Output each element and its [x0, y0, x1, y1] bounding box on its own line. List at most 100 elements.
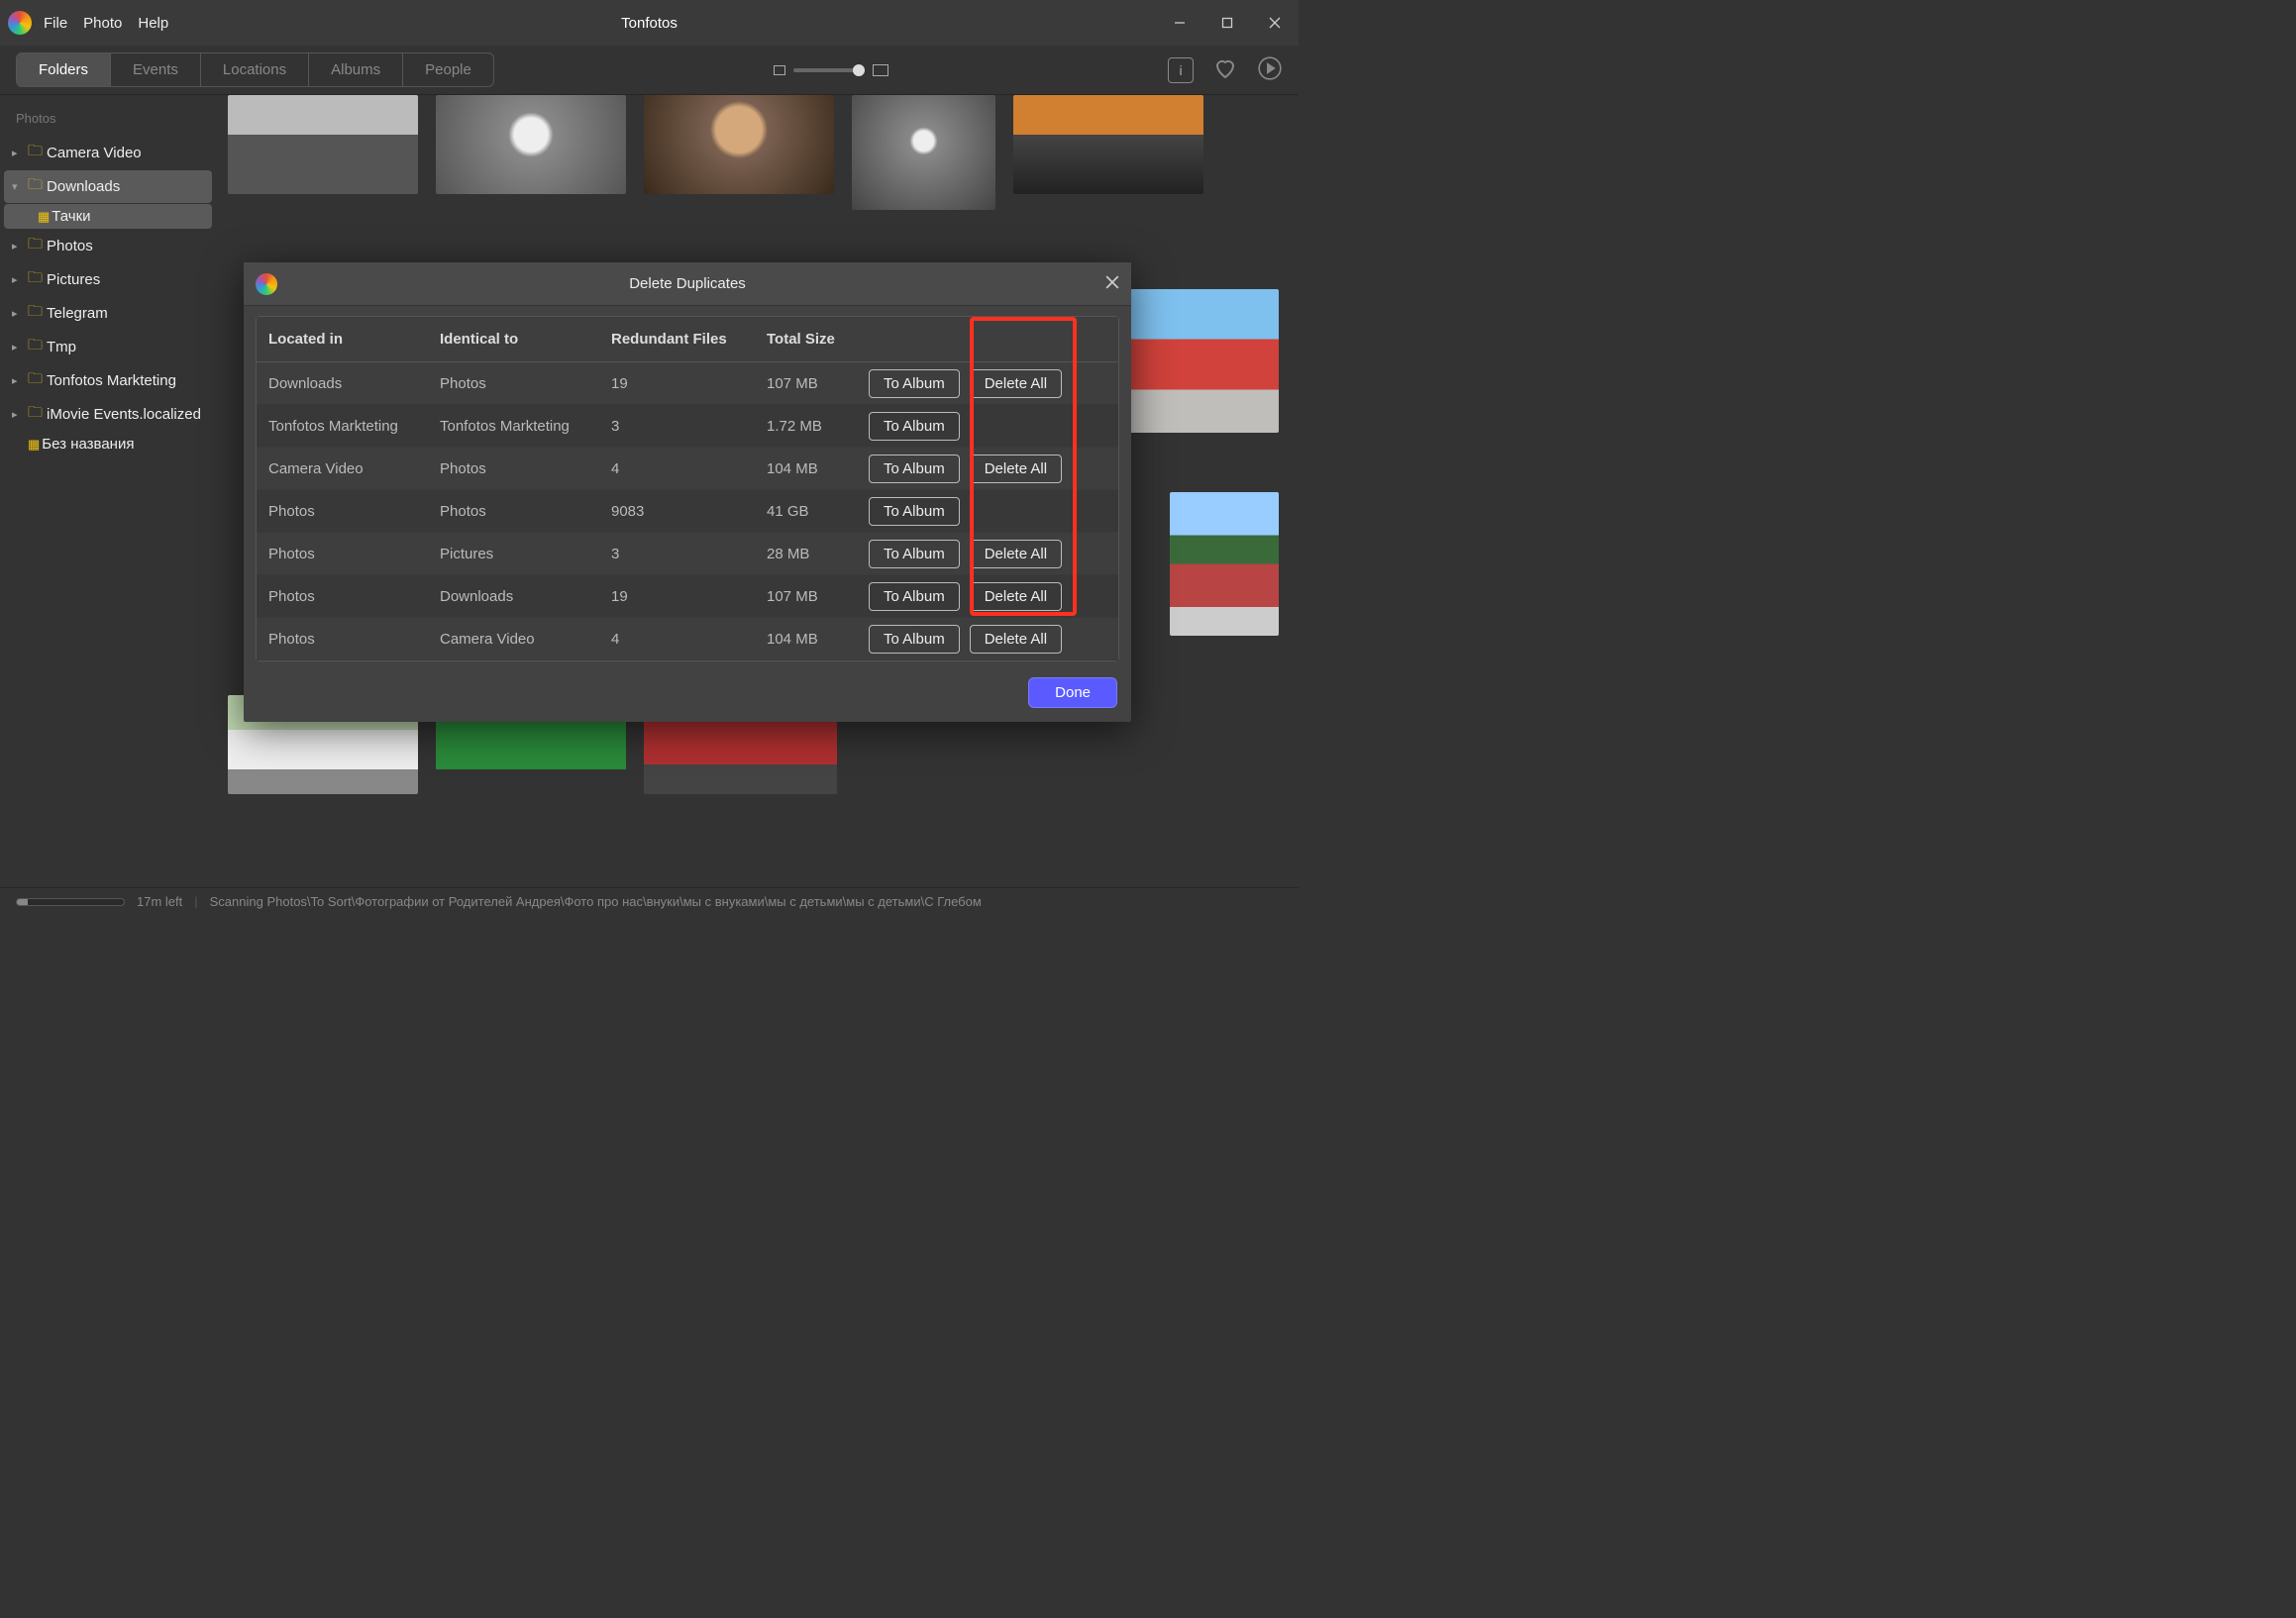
info-button[interactable]: i: [1168, 57, 1194, 83]
cell-redundant-files: 3: [599, 418, 755, 435]
table-row: DownloadsPhotos19107 MBTo AlbumDelete Al…: [257, 362, 1118, 405]
sidebar-heading: Photos: [0, 107, 216, 136]
photo-thumbnail[interactable]: [852, 95, 995, 210]
table-row: Tonfotos MarktetingTonfotos Markteting31…: [257, 405, 1118, 448]
menu-file[interactable]: File: [44, 15, 67, 32]
folder-icon: 🗀: [28, 335, 43, 359]
minimize-button[interactable]: [1156, 0, 1203, 46]
sidebar-item-pictures[interactable]: ▸ 🗀Pictures: [4, 263, 212, 296]
sidebar-item-tmp[interactable]: ▸🗀Tmp: [4, 331, 212, 363]
cell-located-in: Photos: [257, 503, 428, 520]
dialog-footer: Done: [244, 667, 1131, 722]
to-album-button[interactable]: To Album: [869, 412, 960, 441]
window-controls: [1156, 0, 1299, 46]
tab-locations[interactable]: Locations: [201, 53, 309, 86]
tab-folders[interactable]: Folders: [17, 53, 111, 86]
cell-total-size: 107 MB: [755, 588, 857, 605]
sidebar-item-label: Telegram: [47, 305, 108, 322]
tree-arrow-icon[interactable]: ▸: [12, 273, 24, 286]
tree-arrow-icon[interactable]: ▸: [12, 307, 24, 320]
tree-arrow-icon[interactable]: ▸: [12, 408, 24, 421]
folder-icon: 🗀: [28, 402, 43, 427]
cell-located-in: Photos: [257, 588, 428, 605]
tree-arrow-icon[interactable]: ▾: [12, 180, 24, 193]
dialog-logo-icon: [256, 273, 277, 295]
cell-identical-to: Photos: [428, 503, 599, 520]
sidebar-item-label: Pictures: [47, 271, 100, 288]
sidebar-item-tonfotos-markteting[interactable]: ▸🗀Tonfotos Markteting: [4, 364, 212, 397]
cell-total-size: 28 MB: [755, 546, 857, 562]
sidebar-item-без-названия[interactable]: ▦Без названия: [4, 432, 212, 456]
cell-located-in: Downloads: [257, 375, 428, 392]
to-album-button[interactable]: To Album: [869, 497, 960, 526]
tab-events[interactable]: Events: [111, 53, 201, 86]
cell-total-size: 41 GB: [755, 503, 857, 520]
sidebar-item-downloads[interactable]: ▾🗀Downloads: [4, 170, 212, 203]
cell-total-size: 104 MB: [755, 460, 857, 477]
menu-help[interactable]: Help: [138, 15, 168, 32]
delete-all-button[interactable]: Delete All: [970, 582, 1062, 611]
delete-all-button[interactable]: Delete All: [970, 455, 1062, 483]
close-button[interactable]: [1251, 0, 1299, 46]
dialog-close-button[interactable]: [1105, 273, 1119, 294]
table-row: Camera VideoPhotos4104 MBTo AlbumDelete …: [257, 448, 1118, 490]
scan-progress-fill: [17, 899, 28, 905]
delete-all-button[interactable]: Delete All: [970, 625, 1062, 654]
photo-thumbnail[interactable]: [228, 95, 418, 194]
photo-thumbnail[interactable]: [1170, 492, 1279, 636]
tab-people[interactable]: People: [403, 53, 493, 86]
sidebar-item-photos[interactable]: ▸🗀Photos: [4, 230, 212, 262]
sidebar-item-label: Tonfotos Markteting: [47, 372, 176, 389]
to-album-button[interactable]: To Album: [869, 582, 960, 611]
tree-arrow-icon[interactable]: ▸: [12, 341, 24, 354]
maximize-button[interactable]: [1203, 0, 1251, 46]
menu-photo[interactable]: Photo: [83, 15, 122, 32]
thumb-large-icon[interactable]: [873, 64, 888, 76]
dialog-titlebar: Delete Duplicates: [244, 262, 1131, 306]
zoom-slider[interactable]: [793, 68, 865, 72]
sidebar-item-label: iMovie Events.localized: [47, 406, 201, 423]
sidebar-item-imovie-events.localized[interactable]: ▸ 🗀iMovie Events.localized: [4, 398, 212, 431]
zoom-slider-thumb[interactable]: [853, 64, 865, 76]
photo-thumbnail[interactable]: [644, 95, 834, 194]
tree-arrow-icon[interactable]: ▸: [12, 147, 24, 159]
thumb-small-icon[interactable]: [774, 65, 785, 75]
sidebar-item-label: Тачки: [52, 208, 90, 225]
to-album-button[interactable]: To Album: [869, 455, 960, 483]
folder-icon: 🗀: [28, 267, 43, 292]
to-album-button[interactable]: To Album: [869, 625, 960, 654]
sidebar-item-label: Без названия: [42, 436, 134, 453]
sidebar-item-telegram[interactable]: ▸🗀Telegram: [4, 297, 212, 330]
view-tabs: Folders Events Locations Albums People: [16, 52, 494, 87]
delete-duplicates-dialog: Delete Duplicates Located in Identical t…: [244, 262, 1131, 722]
app-logo-icon: [8, 11, 32, 35]
tab-albums[interactable]: Albums: [309, 53, 403, 86]
done-button[interactable]: Done: [1028, 677, 1117, 708]
album-icon: ▦: [28, 437, 38, 453]
to-album-button[interactable]: To Album: [869, 369, 960, 398]
slideshow-button[interactable]: [1257, 55, 1283, 84]
duplicates-table: Located in Identical to Redundant Files …: [256, 316, 1119, 661]
scan-progress: [16, 898, 125, 906]
to-album-button[interactable]: To Album: [869, 540, 960, 568]
cell-total-size: 1.72 MB: [755, 418, 857, 435]
tree-arrow-icon[interactable]: ▸: [12, 374, 24, 387]
cell-located-in: Photos: [257, 631, 428, 648]
cell-total-size: 104 MB: [755, 631, 857, 648]
sidebar-item-тачки[interactable]: ▦Тачки: [4, 204, 212, 229]
delete-all-button[interactable]: Delete All: [970, 369, 1062, 398]
sidebar-item-camera-video[interactable]: ▸🗀Camera Video: [4, 137, 212, 169]
sidebar-item-label: Downloads: [47, 178, 120, 195]
photo-thumbnail[interactable]: [1013, 95, 1203, 194]
cell-redundant-files: 4: [599, 460, 755, 477]
header-located-in: Located in: [257, 317, 428, 361]
toolbar: Folders Events Locations Albums People i: [0, 46, 1299, 95]
sidebar-item-label: Camera Video: [47, 145, 142, 161]
delete-all-button[interactable]: Delete All: [970, 540, 1062, 568]
table-row: PhotosDownloads19107 MBTo AlbumDelete Al…: [257, 575, 1118, 618]
tree-arrow-icon[interactable]: ▸: [12, 240, 24, 253]
favorite-button[interactable]: [1213, 56, 1237, 83]
photo-thumbnail[interactable]: [436, 95, 626, 194]
time-left: 17m left: [137, 894, 182, 909]
cell-total-size: 107 MB: [755, 375, 857, 392]
